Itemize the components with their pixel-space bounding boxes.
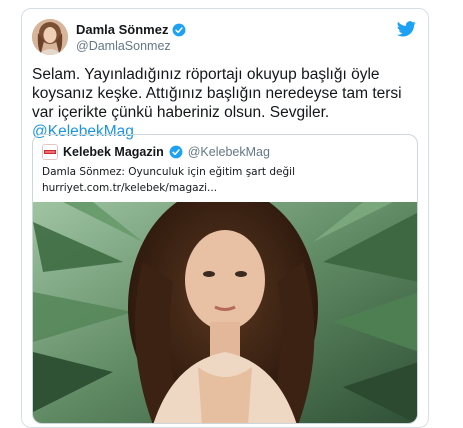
twitter-bird-icon[interactable] bbox=[397, 21, 416, 37]
tweet-body: Selam. Yayınladığınız röportajı okuyup b… bbox=[32, 66, 406, 121]
verified-badge-icon bbox=[173, 23, 186, 36]
article-photo[interactable] bbox=[33, 202, 418, 424]
tweet-card[interactable]: Damla Sönmez @DamlaSonmez Selam. Yayınla… bbox=[21, 8, 429, 428]
tweet-text: Selam. Yayınladığınız röportajı okuyup b… bbox=[32, 65, 427, 141]
quoted-display-name[interactable]: Kelebek Magazin bbox=[63, 145, 164, 159]
avatar-photo-icon bbox=[32, 19, 68, 55]
kelebek-logo-icon bbox=[42, 144, 58, 160]
quoted-verified-badge-icon bbox=[169, 145, 183, 159]
author-name-row[interactable]: Damla Sönmez bbox=[76, 22, 186, 37]
author-avatar[interactable] bbox=[32, 19, 68, 55]
quoted-author-row[interactable]: Kelebek Magazin @KelebekMag bbox=[42, 144, 270, 160]
author-display-name[interactable]: Damla Sönmez bbox=[76, 22, 168, 37]
quoted-tweet[interactable]: Kelebek Magazin @KelebekMag Damla Sönmez… bbox=[32, 134, 418, 424]
quoted-headline: Damla Sönmez: Oyunculuk için eğitim şart… bbox=[42, 166, 296, 178]
author-handle[interactable]: @DamlaSonmez bbox=[76, 39, 171, 53]
quoted-handle[interactable]: @KelebekMag bbox=[188, 145, 270, 159]
quoted-link[interactable]: hurriyet.com.tr/kelebek/magazi... bbox=[42, 182, 217, 194]
